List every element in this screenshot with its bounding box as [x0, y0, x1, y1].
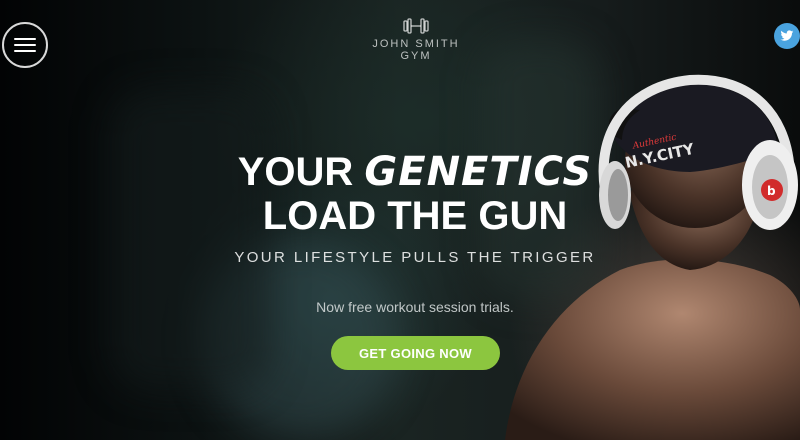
brand-subname: GYM: [400, 50, 432, 62]
headline-line2: LOAD THE GUN: [262, 194, 568, 238]
hero-headline: YOUR GENETICS LOAD THE GUN: [200, 150, 630, 238]
hero-section: N.Y.CITY Authentic b JOHN SMITH GYM YOUR…: [0, 0, 800, 440]
headline-accent: GENETICS: [364, 149, 593, 195]
hamburger-menu-icon: [14, 38, 36, 52]
brand[interactable]: JOHN SMITH GYM: [330, 18, 502, 62]
menu-button[interactable]: [2, 22, 48, 68]
hero-tagline: Now free workout session trials.: [316, 299, 514, 315]
dumbbell-icon: [403, 18, 429, 34]
headline-line1: YOUR GENETICS: [200, 150, 630, 194]
twitter-icon: [780, 30, 794, 41]
hero-subtitle: YOUR LIFESTYLE PULLS THE TRIGGER: [234, 249, 596, 266]
twitter-button[interactable]: [774, 23, 800, 49]
brand-name: JOHN SMITH: [372, 38, 460, 50]
get-going-button[interactable]: GET GOING NOW: [331, 336, 500, 370]
headline-part1: YOUR: [237, 150, 354, 194]
svg-text:b: b: [767, 184, 776, 198]
